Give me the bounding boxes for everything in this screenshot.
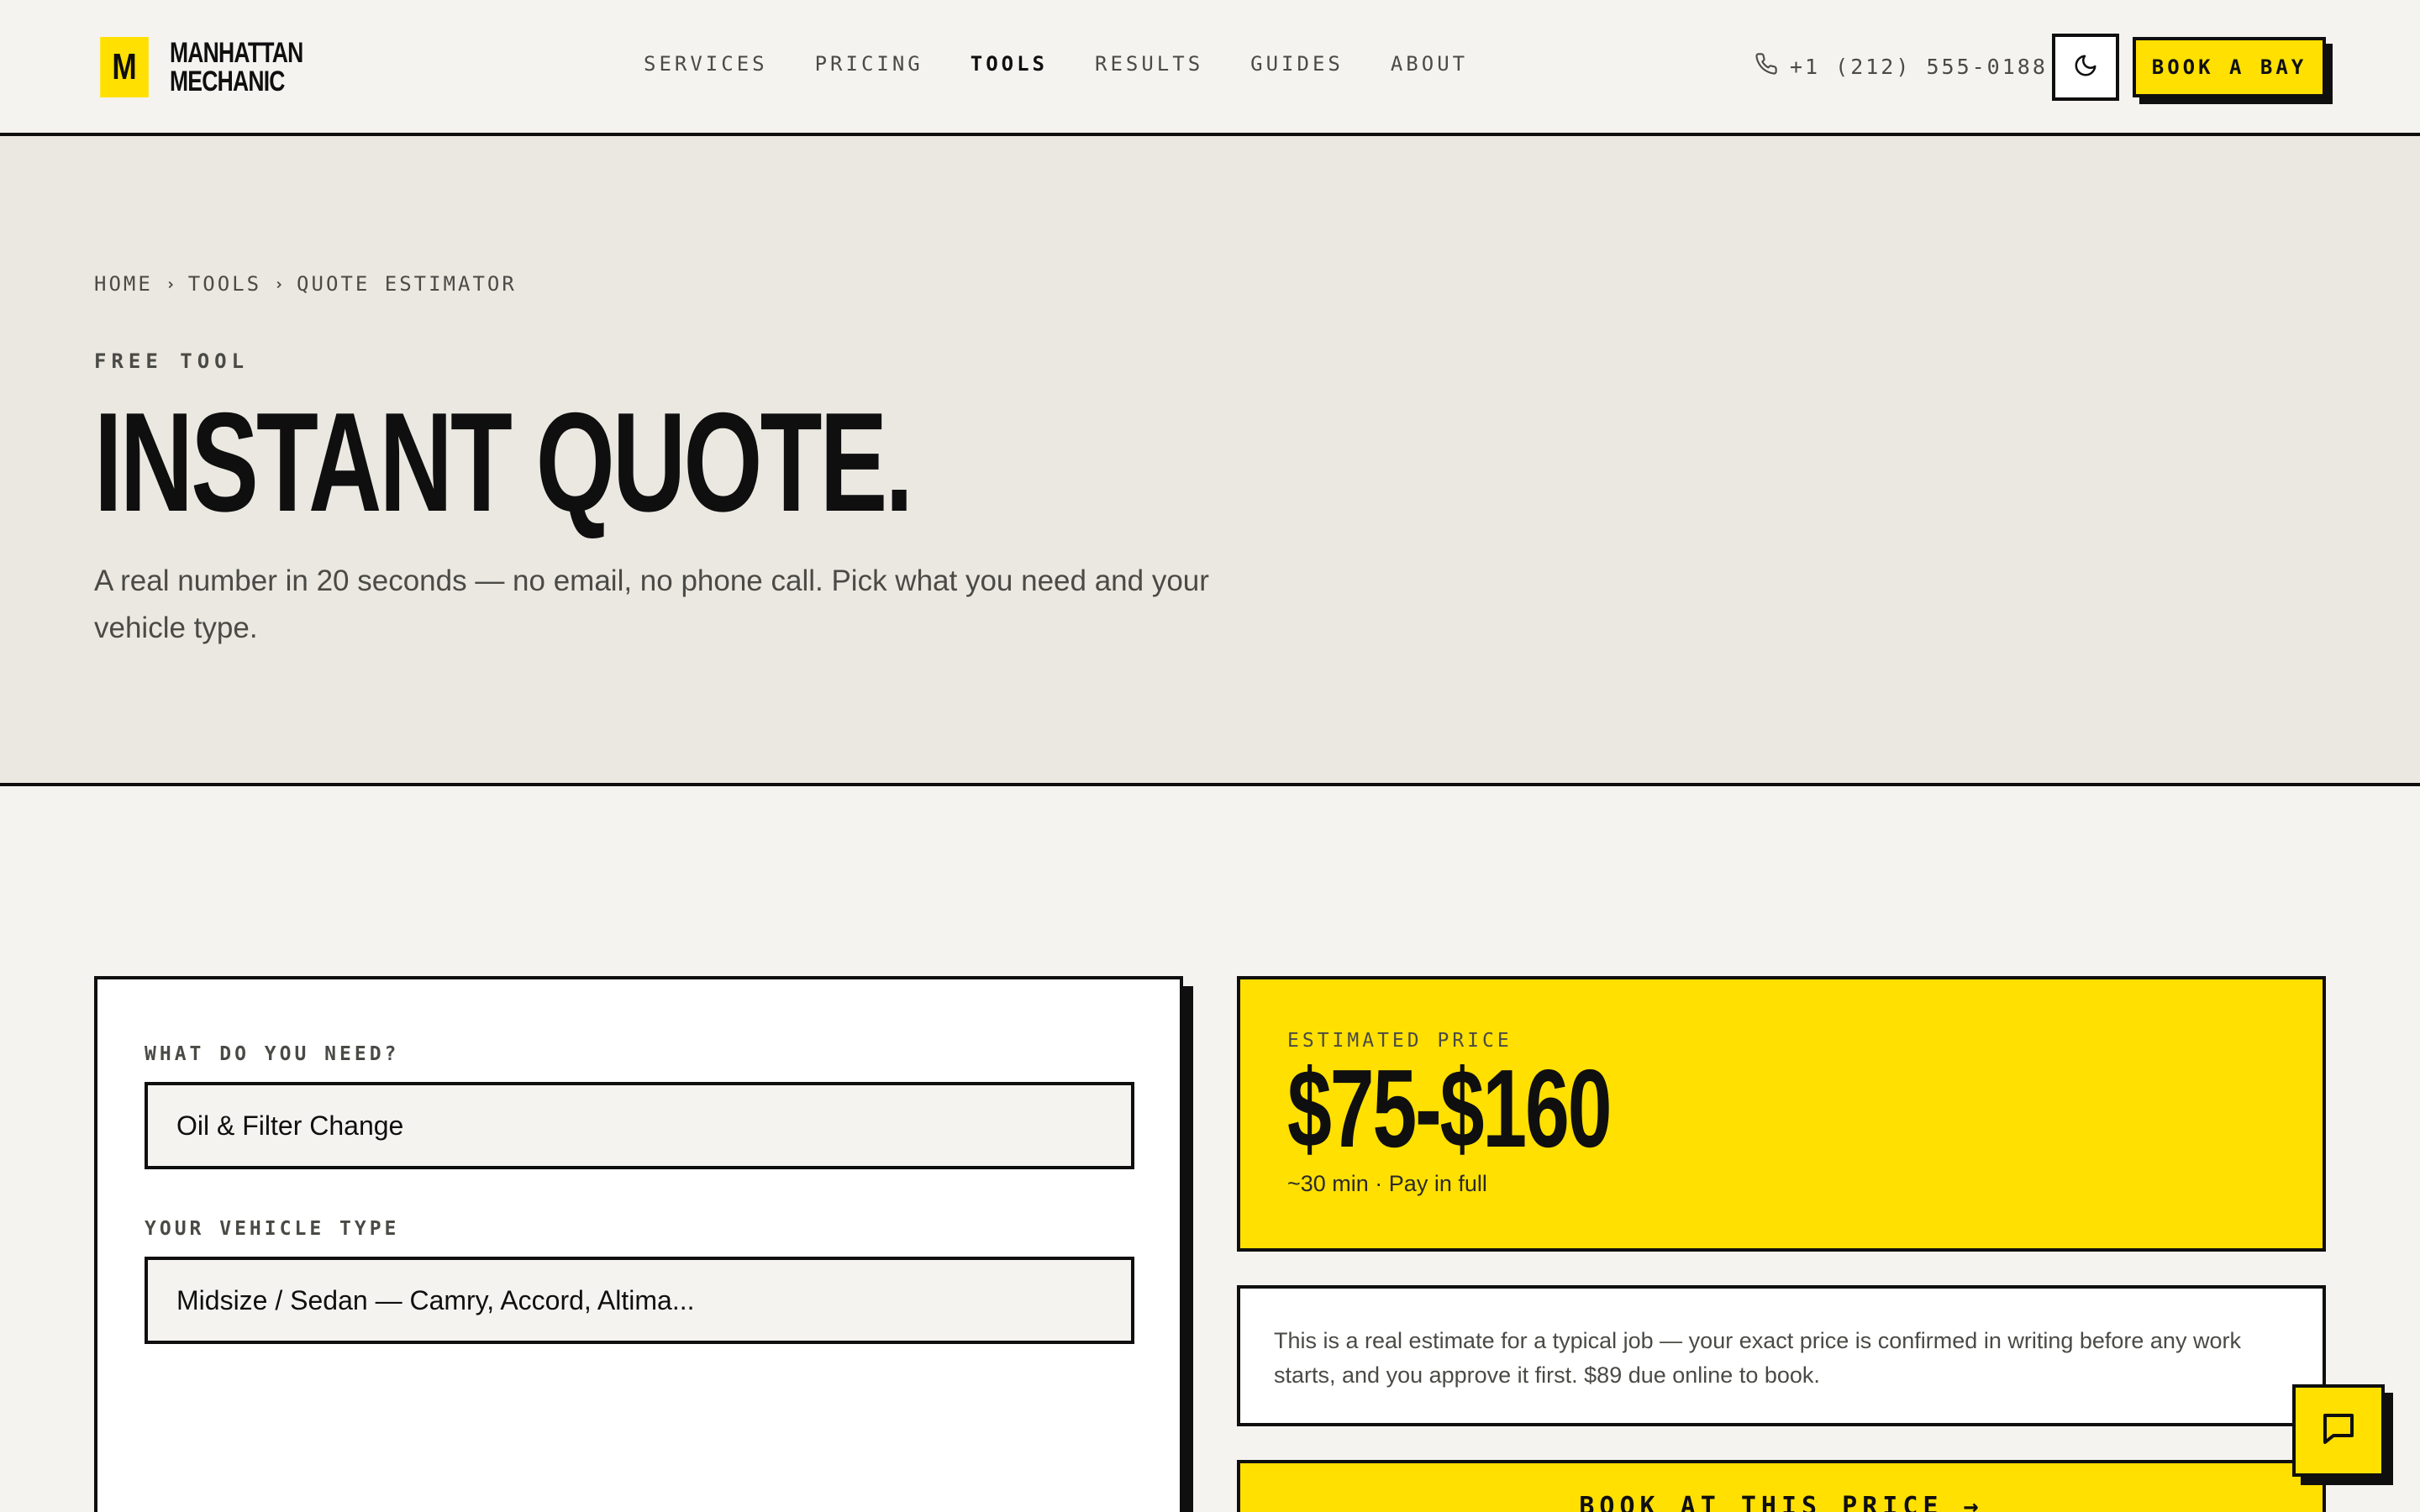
nav-item-services[interactable]: SERVICES (644, 52, 768, 76)
hero-subtitle: A real number in 20 seconds — no email, … (94, 564, 1209, 644)
vehicle-label: YOUR VEHICLE TYPE (145, 1218, 400, 1240)
brand-logo[interactable]: M MANHATTAN MECHANIC (94, 37, 338, 97)
breadcrumb-current: QUOTE ESTIMATOR (297, 272, 517, 296)
nav-item-results[interactable]: RESULTS (1095, 52, 1203, 76)
hero-section: HOME TOOLS QUOTE ESTIMATOR FREE TOOL INS… (0, 136, 2420, 786)
breadcrumb: HOME TOOLS QUOTE ESTIMATOR (94, 272, 517, 296)
vehicle-select[interactable]: Midsize / Sedan — Camry, Accord, Altima.… (145, 1257, 1134, 1344)
logo-mark: M (100, 37, 149, 97)
phone-icon (1754, 52, 1778, 81)
main-nav: SERVICES PRICING TOOLS RESULTS GUIDES AB… (644, 52, 1468, 76)
quote-form-card: WHAT DO YOU NEED? Oil & Filter Change YO… (94, 976, 1183, 1512)
chat-bubble-icon (2318, 1409, 2359, 1453)
breadcrumb-tools[interactable]: TOOLS (188, 272, 261, 296)
theme-toggle-button[interactable] (2052, 34, 2119, 101)
hero-eyebrow: FREE TOOL (94, 349, 250, 373)
phone-number: +1 (212) 555-0188 (1790, 54, 2048, 79)
nav-item-guides[interactable]: GUIDES (1250, 52, 1344, 76)
breadcrumb-home[interactable]: HOME (94, 272, 153, 296)
service-select[interactable]: Oil & Filter Change (145, 1082, 1134, 1169)
nav-item-pricing[interactable]: PRICING (815, 52, 923, 76)
estimate-note: This is a real estimate for a typical jo… (1237, 1285, 2326, 1426)
page-title: INSTANT QUOTE. (94, 383, 913, 541)
estimate-card: ESTIMATED PRICE $75-$160 ~30 min · Pay i… (1237, 976, 2326, 1252)
moon-icon (2073, 53, 2098, 82)
nav-item-tools[interactable]: TOOLS (971, 52, 1048, 76)
chevron-right-icon (273, 272, 285, 296)
estimate-price: $75-$160 (1287, 1047, 1612, 1170)
site-header: M MANHATTAN MECHANIC SERVICES PRICING TO… (0, 0, 2420, 136)
book-at-price-button[interactable]: BOOK AT THIS PRICE → (1237, 1460, 2326, 1512)
chevron-right-icon (165, 272, 176, 296)
phone-link[interactable]: +1 (212) 555-0188 (1754, 52, 2048, 81)
estimate-meta: ~30 min · Pay in full (1287, 1171, 1487, 1196)
service-label: WHAT DO YOU NEED? (145, 1043, 400, 1065)
nav-item-about[interactable]: ABOUT (1391, 52, 1468, 76)
book-a-bay-button[interactable]: BOOK A BAY (2133, 37, 2326, 97)
brand-name: MANHATTAN MECHANIC (170, 37, 303, 97)
chat-button[interactable] (2292, 1384, 2385, 1477)
